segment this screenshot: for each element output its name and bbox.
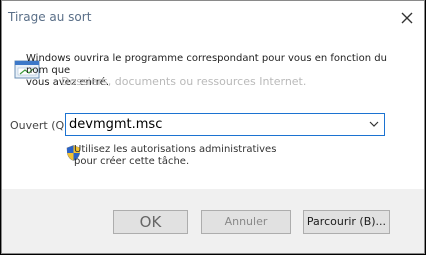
- window-title: Tirage au sort: [8, 10, 92, 24]
- admin-permission-text: Utilisez les autorisations administrativ…: [74, 144, 276, 168]
- description-line-1: Windows ouvrira le programme corresponda…: [26, 53, 387, 76]
- open-combobox[interactable]: [65, 113, 385, 136]
- description: Windows ouvrira le programme corresponda…: [26, 53, 406, 89]
- ghost-hint-text: Dossiers, documents ou ressources Intern…: [61, 75, 307, 88]
- open-label: Ouvert (Q):: [10, 119, 73, 132]
- title-bar: Tirage au sort: [2, 1, 424, 33]
- run-dialog: Tirage au sort Windows ouvrira le progra…: [1, 0, 425, 254]
- open-input[interactable]: [69, 116, 359, 133]
- admin-text-line-2: pour créer cette tâche.: [74, 156, 190, 167]
- admin-text-line-1: Utilisez les autorisations administrativ…: [74, 144, 277, 155]
- chevron-down-icon[interactable]: [369, 120, 379, 128]
- close-button[interactable]: [396, 7, 418, 29]
- ok-button[interactable]: OK: [113, 210, 188, 234]
- close-icon: [401, 12, 413, 24]
- cancel-button[interactable]: Annuler: [201, 210, 291, 234]
- browse-button[interactable]: Parcourir (B)...: [303, 210, 390, 234]
